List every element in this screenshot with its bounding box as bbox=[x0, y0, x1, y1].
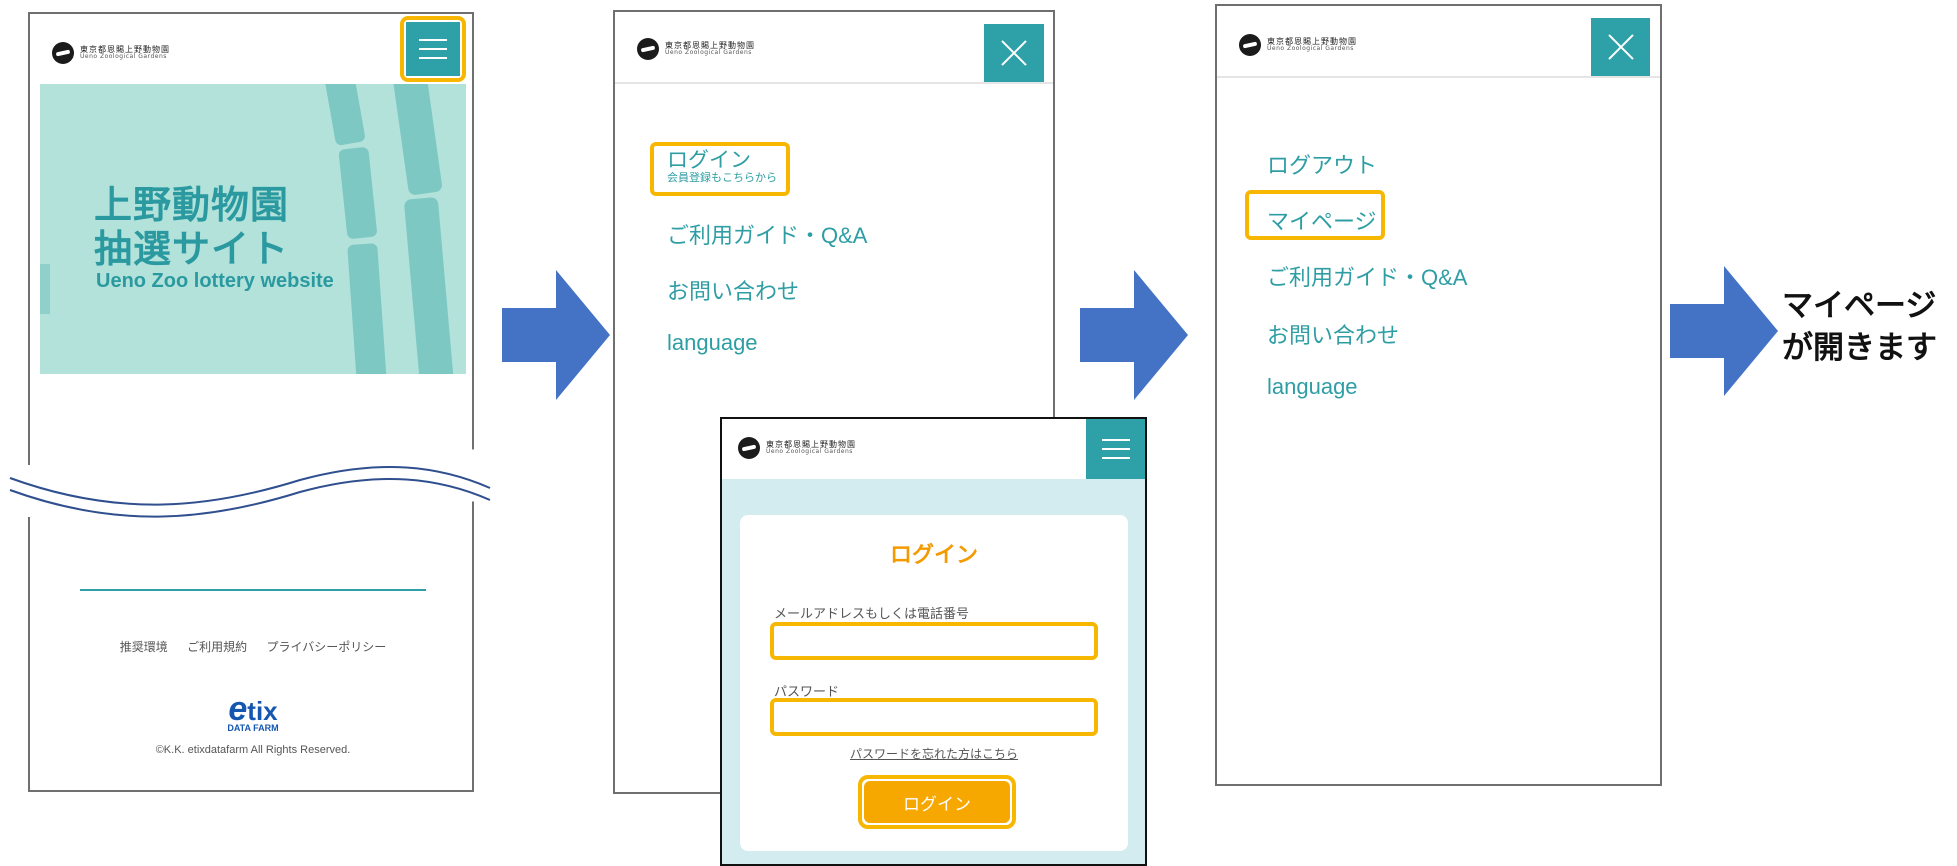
hero-banner: 上野動物園 抽選サイト Ueno Zoo lottery website bbox=[40, 84, 466, 374]
menu-item-language[interactable]: language bbox=[1267, 374, 1358, 400]
zoo-logo-mark-icon bbox=[1239, 34, 1261, 56]
hamburger-icon bbox=[1101, 439, 1130, 441]
email-field-highlight bbox=[770, 622, 1098, 660]
etix-logo-sub: DATA FARM bbox=[227, 723, 279, 733]
menu-item-contact[interactable]: お問い合わせ bbox=[1267, 318, 1399, 350]
logo-name-en: Ueno Zoological Gardens bbox=[80, 53, 167, 61]
menu-item-contact[interactable]: お問い合わせ bbox=[667, 274, 799, 306]
flow-arrow-2 bbox=[1080, 270, 1188, 400]
flow-arrow-1 bbox=[502, 270, 610, 400]
menu-item-guide[interactable]: ご利用ガイド・Q&A bbox=[1267, 260, 1467, 292]
menu-item-language[interactable]: language bbox=[667, 330, 758, 356]
zoo-logo-mark-icon bbox=[738, 437, 760, 459]
logo-name-en: Ueno Zoological Gardens bbox=[1267, 45, 1354, 53]
zoo-logo-mark-icon bbox=[52, 42, 74, 64]
result-caption-line2: が開きます bbox=[1782, 330, 1937, 366]
logo-name-en: Ueno Zoological Gardens bbox=[665, 49, 752, 57]
etix-logo: etix DATA FARM bbox=[30, 690, 472, 733]
zoo-logo-mark-icon bbox=[637, 38, 659, 60]
footer-link-privacy[interactable]: プライバシーポリシー bbox=[266, 640, 386, 654]
mypage-menu-highlight bbox=[1245, 190, 1385, 240]
login-title: ログイン bbox=[889, 542, 978, 567]
menu-item-logout[interactable]: ログアウト bbox=[1267, 148, 1377, 180]
menu-item-guide[interactable]: ご利用ガイド・Q&A bbox=[667, 218, 867, 250]
password-field-highlight bbox=[770, 698, 1098, 736]
header-divider bbox=[615, 82, 1053, 84]
page-break-wave-icon bbox=[0, 448, 500, 518]
hamburger-icon-line bbox=[1101, 448, 1130, 450]
flow-arrow-3 bbox=[1670, 266, 1778, 396]
zoo-logo[interactable]: 東京都恩賜上野動物園 Ueno Zoological Gardens bbox=[637, 38, 755, 60]
login-menu-highlight bbox=[650, 142, 790, 196]
login-submit-highlight bbox=[858, 775, 1016, 829]
footer-links: 推奨環境 ご利用規約 プライバシーポリシー bbox=[30, 638, 472, 655]
zoo-logo[interactable]: 東京都恩賜上野動物園 Ueno Zoological Gardens bbox=[1239, 34, 1357, 56]
hamburger-icon-line bbox=[1101, 457, 1130, 459]
close-menu-button[interactable] bbox=[1591, 18, 1650, 76]
email-label: メールアドレスもしくは電話番号 bbox=[774, 606, 970, 621]
login-screen: 東京都恩賜上野動物園 Ueno Zoological Gardens ログイン … bbox=[720, 417, 1147, 866]
close-menu-button[interactable] bbox=[984, 24, 1044, 82]
etix-logo-text: tix bbox=[247, 696, 278, 726]
step3-phone-screen: 東京都恩賜上野動物園 Ueno Zoological Gardens ログアウト… bbox=[1215, 4, 1662, 786]
forgot-password-link[interactable]: パスワードを忘れた方はこちら bbox=[740, 745, 1128, 762]
copyright: ©K.K. etixdatafarm All Rights Reserved. bbox=[155, 744, 351, 756]
result-caption: マイページ が開きます bbox=[1782, 285, 1937, 369]
footer-link-terms[interactable]: ご利用規約 bbox=[187, 640, 247, 654]
logo-name-en: Ueno Zoological Gardens bbox=[766, 448, 853, 456]
header-divider bbox=[1217, 76, 1660, 78]
result-caption-line1: マイページ bbox=[1782, 288, 1937, 324]
zoo-logo[interactable]: 東京都恩賜上野動物園 Ueno Zoological Gardens bbox=[738, 437, 856, 459]
banner-subtitle: Ueno Zoo lottery website bbox=[96, 270, 334, 292]
hamburger-menu-button[interactable] bbox=[1086, 419, 1145, 479]
footer-divider bbox=[80, 589, 426, 591]
zoo-logo[interactable]: 東京都恩賜上野動物園 Ueno Zoological Gardens bbox=[52, 42, 170, 64]
login-card: ログイン メールアドレスもしくは電話番号 パスワード パスワードを忘れた方はこち… bbox=[740, 515, 1128, 851]
footer-link-environment[interactable]: 推奨環境 bbox=[120, 640, 168, 654]
banner-title-line2: 抽選サイト bbox=[94, 229, 290, 271]
step1-phone-screen: 東京都恩賜上野動物園 Ueno Zoological Gardens 上野動物園… bbox=[28, 12, 474, 792]
login-header: 東京都恩賜上野動物園 Ueno Zoological Gardens bbox=[722, 419, 1145, 479]
hamburger-highlight bbox=[400, 16, 466, 82]
